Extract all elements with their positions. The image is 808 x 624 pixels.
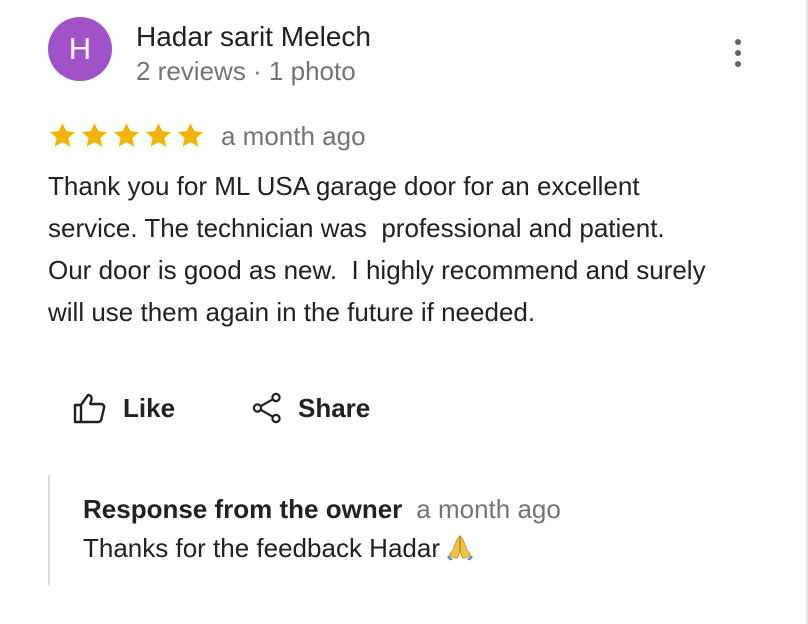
star-rating [48,121,205,153]
owner-response-time: a month ago [416,494,561,524]
owner-response-text-row: Thanks for the feedback Hadar [83,531,474,565]
folded-hands-icon [446,535,473,561]
share-icon [252,392,281,424]
author-meta[interactable]: 2 reviews · 1 photo [136,55,356,87]
share-label: Share [298,392,371,423]
star-icon [178,123,203,147]
star-icon [50,123,75,147]
share-button[interactable]: Share [252,386,370,430]
more-options-button[interactable] [723,36,753,70]
more-vert-dot [735,50,741,56]
review-card: H Hadar sarit Melech 2 reviews · 1 photo… [0,0,808,624]
thumb-up-icon [73,393,106,424]
owner-response: Response from the owner a month ago Thank… [48,475,770,585]
owner-response-text: Thanks for the feedback Hadar [83,533,440,563]
star-icon [146,123,171,147]
like-button[interactable]: Like [73,386,175,430]
owner-response-label: Response from the owner [83,494,403,524]
review-text: Thank you for ML USA garage door for an … [48,171,706,327]
star-icon [114,123,139,147]
owner-response-header: Response from the owner a month ago [83,492,561,526]
author-name[interactable]: Hadar sarit Melech [136,20,371,54]
like-label: Like [123,392,176,423]
more-vert-dot [735,61,741,67]
more-vert-icon [735,39,741,45]
star-icon [82,123,107,147]
review-time: a month ago [221,121,366,151]
avatar[interactable]: H [48,17,112,81]
